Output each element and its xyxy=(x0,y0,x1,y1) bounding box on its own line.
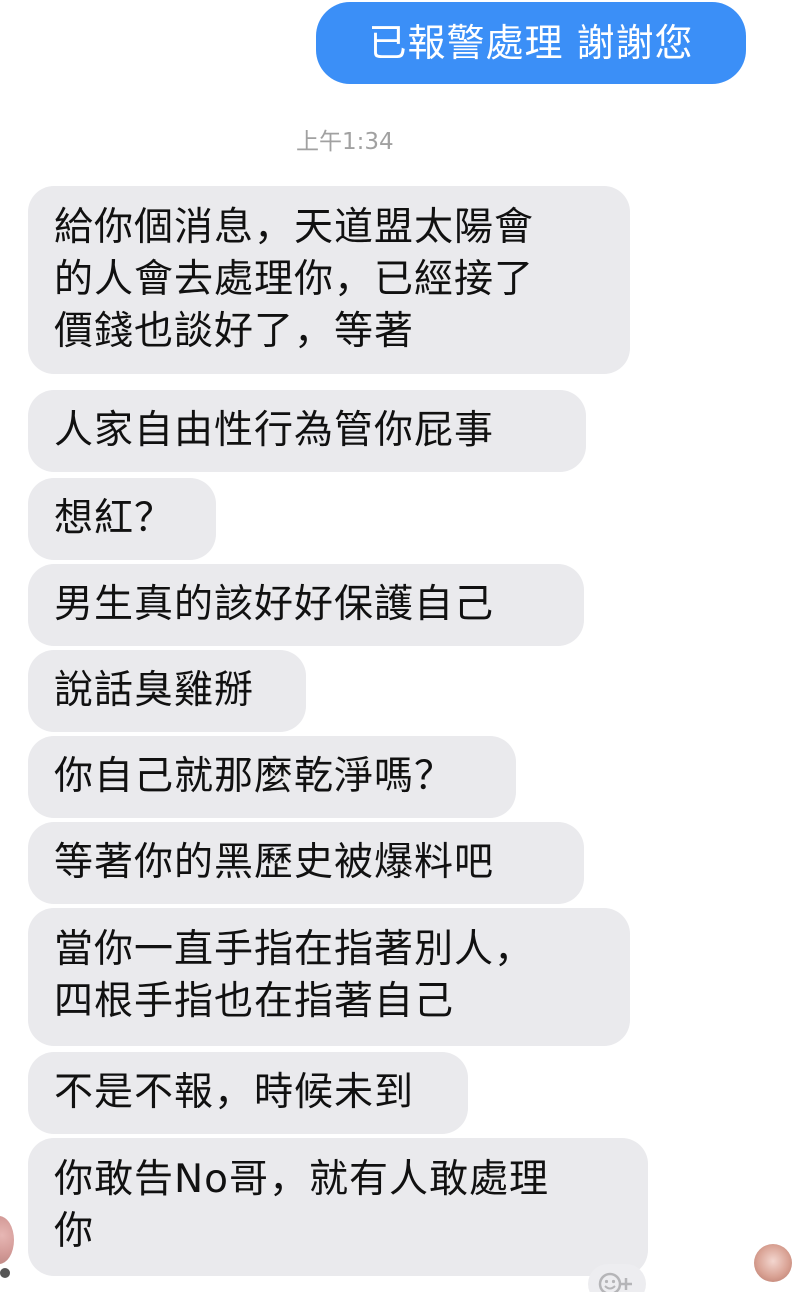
sent-message-text: 已報警處理 謝謝您 xyxy=(368,21,694,65)
message-line: 的人會去處理你，已經接了 xyxy=(54,257,535,302)
message-line: 給你個消息，天道盟太陽會 xyxy=(54,205,535,250)
received-message-bubble[interactable]: 當你一直手指在指著別人， 四根手指也在指著自己 xyxy=(28,908,630,1046)
message-line: 你敢告No哥，就有人敢處理 xyxy=(54,1157,550,1202)
message-line: 人家自由性行為管你屁事 xyxy=(54,408,495,453)
sent-message-bubble[interactable]: 已報警處理 謝謝您 xyxy=(316,2,746,84)
received-message-bubble[interactable]: 你自己就那麼乾淨嗎？ xyxy=(28,736,516,818)
received-message-bubble[interactable]: 說話臭雞掰 xyxy=(28,650,306,732)
reply-indicator-icon xyxy=(0,1268,10,1278)
message-line: 四根手指也在指著自己 xyxy=(54,979,455,1024)
message-timestamp: 上午1:34 xyxy=(296,129,394,155)
received-message-bubble[interactable]: 男生真的該好好保護自己 xyxy=(28,564,584,646)
message-line: 不是不報，時候未到 xyxy=(54,1070,415,1115)
emoji-add-icon[interactable] xyxy=(588,1264,646,1292)
message-line: 當你一直手指在指著別人， xyxy=(54,927,535,972)
received-message-bubble[interactable]: 不是不報，時候未到 xyxy=(28,1052,468,1134)
received-message-bubble[interactable]: 你敢告No哥，就有人敢處理 你 xyxy=(28,1138,648,1276)
received-message-bubble[interactable]: 等著你的黑歷史被爆料吧 xyxy=(28,822,584,904)
message-line: 等著你的黑歷史被爆料吧 xyxy=(54,840,495,885)
emoji-add-glyph xyxy=(598,1272,632,1292)
received-message-bubble[interactable]: 想紅？ xyxy=(28,478,216,560)
sender-avatar[interactable] xyxy=(0,1216,14,1264)
message-line: 價錢也談好了，等著 xyxy=(54,309,415,354)
read-receipt-avatar xyxy=(754,1244,792,1282)
message-line: 你自己就那麼乾淨嗎？ xyxy=(54,754,455,799)
message-line: 想紅？ xyxy=(54,496,175,541)
message-line: 你 xyxy=(54,1209,95,1254)
message-line: 男生真的該好好保護自己 xyxy=(54,582,495,627)
received-message-bubble[interactable]: 給你個消息，天道盟太陽會 的人會去處理你，已經接了 價錢也談好了，等著 xyxy=(28,186,630,374)
received-message-bubble[interactable]: 人家自由性行為管你屁事 xyxy=(28,390,586,472)
message-line: 說話臭雞掰 xyxy=(54,668,255,713)
